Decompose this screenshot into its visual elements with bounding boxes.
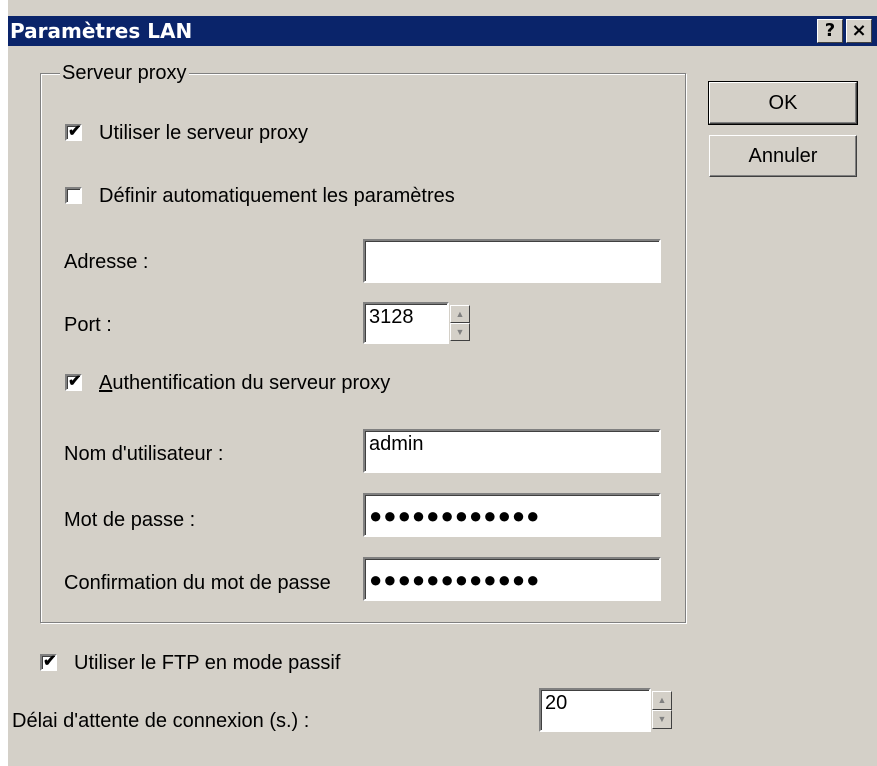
title-bar[interactable]: Paramètres LAN ? × xyxy=(8,16,877,46)
passive-ftp-label[interactable]: Utiliser le FTP en mode passif xyxy=(74,652,340,675)
proxy-auth-checkbox[interactable]: ✔ xyxy=(65,373,82,391)
check-icon: ✔ xyxy=(43,653,57,670)
proxy-server-group xyxy=(40,73,686,623)
confirm-password-label: Confirmation du mot de passe xyxy=(64,572,331,594)
use-proxy-checkbox[interactable]: ✔ xyxy=(65,123,82,141)
timeout-spinner: ▲ ▼ xyxy=(652,691,672,729)
auto-config-label[interactable]: Définir automatiquement les paramètres xyxy=(99,185,455,208)
proxy-auth-label[interactable]: Authentification du serveur proxy xyxy=(99,372,390,395)
port-input[interactable]: 3128 xyxy=(363,302,449,344)
timeout-up-arrow[interactable]: ▲ xyxy=(652,691,672,710)
ok-button[interactable]: OK xyxy=(708,81,858,125)
window-title: Paramètres LAN xyxy=(10,19,193,43)
confirm-password-input[interactable]: ●●●●●●●●●●●● xyxy=(363,557,661,601)
address-input[interactable] xyxy=(363,239,661,283)
auto-config-checkbox[interactable] xyxy=(65,187,82,204)
timeout-down-arrow[interactable]: ▼ xyxy=(652,710,672,729)
check-icon: ✔ xyxy=(68,373,82,390)
port-down-arrow[interactable]: ▼ xyxy=(450,323,470,341)
proxy-auth-label-text: uthentification du serveur proxy xyxy=(112,372,391,394)
check-icon: ✔ xyxy=(68,123,82,140)
address-label: Adresse : xyxy=(64,251,149,273)
use-proxy-label[interactable]: Utiliser le serveur proxy xyxy=(99,122,308,145)
username-input[interactable]: admin xyxy=(363,429,661,473)
password-label: Mot de passe : xyxy=(64,509,196,531)
port-up-arrow[interactable]: ▲ xyxy=(450,305,470,323)
password-input[interactable]: ●●●●●●●●●●●● xyxy=(363,493,661,537)
proxy-group-legend: Serveur proxy xyxy=(60,62,189,85)
lan-settings-dialog: Paramètres LAN ? × Serveur proxy ✔ Utili… xyxy=(6,0,877,766)
port-label: Port : xyxy=(64,314,112,336)
username-label: Nom d'utilisateur : xyxy=(64,443,224,465)
port-spinner: ▲ ▼ xyxy=(450,305,470,341)
cancel-button[interactable]: Annuler xyxy=(709,135,857,177)
timeout-input[interactable]: 20 xyxy=(539,688,651,732)
timeout-label: Délai d'attente de connexion (s.) : xyxy=(12,710,310,732)
close-button[interactable]: × xyxy=(846,19,872,43)
help-button[interactable]: ? xyxy=(817,19,843,43)
passive-ftp-checkbox[interactable]: ✔ xyxy=(40,653,57,671)
accelerator-key: A xyxy=(99,372,113,394)
